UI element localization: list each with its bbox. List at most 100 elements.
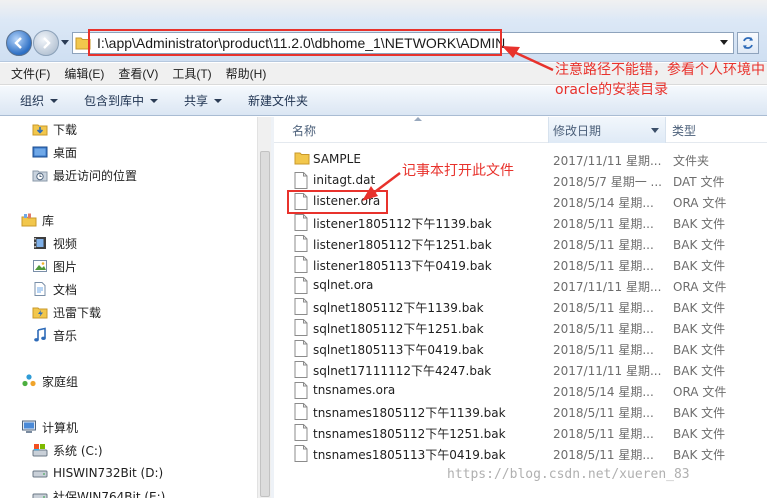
file-name: listener1805113下午0419.bak (313, 259, 492, 273)
file-name: tnsnames.ora (313, 383, 396, 397)
new-folder-button[interactable]: 新建文件夹 (240, 92, 316, 109)
file-name: listener.ora (313, 194, 381, 208)
forward-button[interactable] (33, 30, 59, 56)
menu-tools[interactable]: 工具(T) (165, 63, 218, 84)
file-icon (294, 193, 308, 210)
video-library-icon (32, 235, 48, 251)
nav-item-13[interactable]: 社保WIN764Bit (E:) (32, 485, 165, 498)
file-name: tnsnames1805113下午0419.bak (313, 448, 506, 462)
file-name: listener1805112下午1251.bak (313, 238, 492, 252)
nav-item-2[interactable]: 最近访问的位置 (32, 164, 137, 186)
file-row[interactable]: listener.ora 2018/5/14 星期... ORA 文件 (274, 191, 767, 212)
back-button[interactable] (6, 30, 32, 56)
file-type: BAK 文件 (673, 301, 726, 315)
menu-edit[interactable]: 编辑(E) (57, 63, 111, 84)
file-row[interactable]: tnsnames1805113下午0419.bak 2018/5/11 星期...… (274, 443, 767, 464)
nav-item-label: 系统 (C:) (53, 443, 103, 458)
organize-button[interactable]: 组织 (12, 92, 66, 109)
file-name: sqlnet1805112下午1139.bak (313, 301, 484, 315)
nav-item-10[interactable]: 计算机 (21, 416, 78, 438)
file-date: 2018/5/11 星期... (553, 217, 654, 231)
file-date: 2018/5/11 星期... (553, 322, 654, 336)
drive-icon (32, 465, 48, 481)
chevron-down-icon[interactable] (651, 128, 659, 133)
file-row[interactable]: tnsnames.ora 2018/5/14 星期... ORA 文件 (274, 380, 767, 401)
column-header-date[interactable]: 修改日期 (548, 117, 666, 143)
recent-pages-dropdown[interactable] (61, 38, 69, 48)
file-type: ORA 文件 (673, 280, 727, 294)
nav-item-5[interactable]: 图片 (32, 255, 77, 277)
nav-item-label: 库 (42, 213, 55, 228)
column-header-name[interactable]: 名称 (292, 117, 316, 143)
file-type: ORA 文件 (673, 385, 727, 399)
computer-icon (21, 419, 37, 435)
download-folder-icon (32, 121, 48, 137)
nav-item-12[interactable]: HISWIN732Bit (D:) (32, 462, 163, 484)
menu-view[interactable]: 查看(V) (111, 63, 165, 84)
file-date: 2018/5/7 星期一 ... (553, 175, 662, 189)
file-icon (294, 424, 308, 441)
file-row[interactable]: sqlnet1805112下午1139.bak 2018/5/11 星期... BA… (274, 296, 767, 317)
chevron-down-icon (720, 40, 728, 45)
nav-item-label: 计算机 (42, 420, 79, 435)
file-row[interactable]: initagt.dat 2018/5/7 星期一 ... DAT 文件 (274, 170, 767, 191)
file-row[interactable]: sqlnet1805112下午1251.bak 2018/5/11 星期... BA… (274, 317, 767, 338)
address-dropdown[interactable] (717, 36, 731, 50)
column-header-type[interactable]: 类型 (672, 117, 696, 143)
file-date: 2018/5/11 星期... (553, 301, 654, 315)
scrollbar-thumb[interactable] (260, 151, 270, 497)
chevron-down-icon (150, 98, 159, 103)
nav-item-0[interactable]: 下载 (32, 118, 77, 140)
arrow-left-icon (14, 37, 22, 49)
include-in-library-button[interactable]: 包含到库中 (76, 92, 166, 109)
include-in-library-label: 包含到库中 (84, 94, 145, 108)
file-row[interactable]: tnsnames1805112下午1139.bak 2018/5/11 星期...… (274, 401, 767, 422)
file-row[interactable]: sqlnet.ora 2017/11/11 星期... ORA 文件 (274, 275, 767, 296)
file-icon (294, 277, 308, 294)
address-path[interactable]: I:\app\Administrator\product\11.2.0\dbho… (93, 35, 703, 51)
nav-item-9[interactable]: 家庭组 (21, 370, 78, 392)
nav-item-1[interactable]: 桌面 (32, 141, 77, 163)
file-type: DAT 文件 (673, 175, 725, 189)
navigation-scrollbar[interactable] (257, 117, 271, 498)
nav-item-4[interactable]: 视频 (32, 232, 77, 254)
refresh-button[interactable] (737, 32, 759, 54)
thunder-download-icon (32, 304, 48, 320)
file-row[interactable]: SAMPLE 2017/11/11 星期... 文件夹 (274, 149, 767, 170)
file-icon (294, 298, 308, 315)
address-bar[interactable]: I:\app\Administrator\product\11.2.0\dbho… (72, 32, 734, 54)
menu-help[interactable]: 帮助(H) (219, 63, 274, 84)
nav-item-6[interactable]: 文档 (32, 278, 77, 300)
file-row[interactable]: tnsnames1805112下午1251.bak 2018/5/11 星期...… (274, 422, 767, 443)
file-row[interactable]: sqlnet17111112下午4247.bak 2017/11/11 星期...… (274, 359, 767, 380)
file-date: 2018/5/11 星期... (553, 343, 654, 357)
file-date: 2018/5/14 星期... (553, 385, 654, 399)
file-row[interactable]: sqlnet1805113下午0419.bak 2018/5/11 星期... BA… (274, 338, 767, 359)
nav-item-8[interactable]: 音乐 (32, 324, 77, 346)
file-type: BAK 文件 (673, 238, 726, 252)
nav-item-label: 最近访问的位置 (53, 168, 138, 183)
music-library-icon (32, 327, 48, 343)
menu-file[interactable]: 文件(F) (4, 63, 57, 84)
nav-item-label: 音乐 (53, 328, 78, 343)
file-row[interactable]: listener1805112下午1139.bak 2018/5/11 星期...… (274, 212, 767, 233)
nav-item-3[interactable]: 库 (21, 209, 54, 231)
nav-item-label: 文档 (53, 282, 78, 297)
nav-item-7[interactable]: 迅雷下载 (32, 301, 101, 323)
file-type: 文件夹 (673, 154, 710, 168)
file-type: BAK 文件 (673, 217, 726, 231)
file-type: BAK 文件 (673, 448, 726, 462)
file-row[interactable]: listener1805113下午0419.bak 2018/5/11 星期...… (274, 254, 767, 275)
file-icon (294, 361, 308, 378)
file-row[interactable]: listener1805112下午1251.bak 2018/5/11 星期...… (274, 233, 767, 254)
nav-item-11[interactable]: 系统 (C:) (32, 439, 103, 461)
cropped-top-strip (0, 0, 767, 20)
file-date: 2018/5/11 星期... (553, 448, 654, 462)
file-type: BAK 文件 (673, 427, 726, 441)
nav-item-label: 迅雷下载 (53, 305, 102, 320)
library-icon (21, 212, 37, 228)
share-button[interactable]: 共享 (176, 92, 230, 109)
file-name: sqlnet1805113下午0419.bak (313, 343, 484, 357)
file-date: 2018/5/11 星期... (553, 238, 654, 252)
sort-indicator-icon (414, 117, 422, 121)
